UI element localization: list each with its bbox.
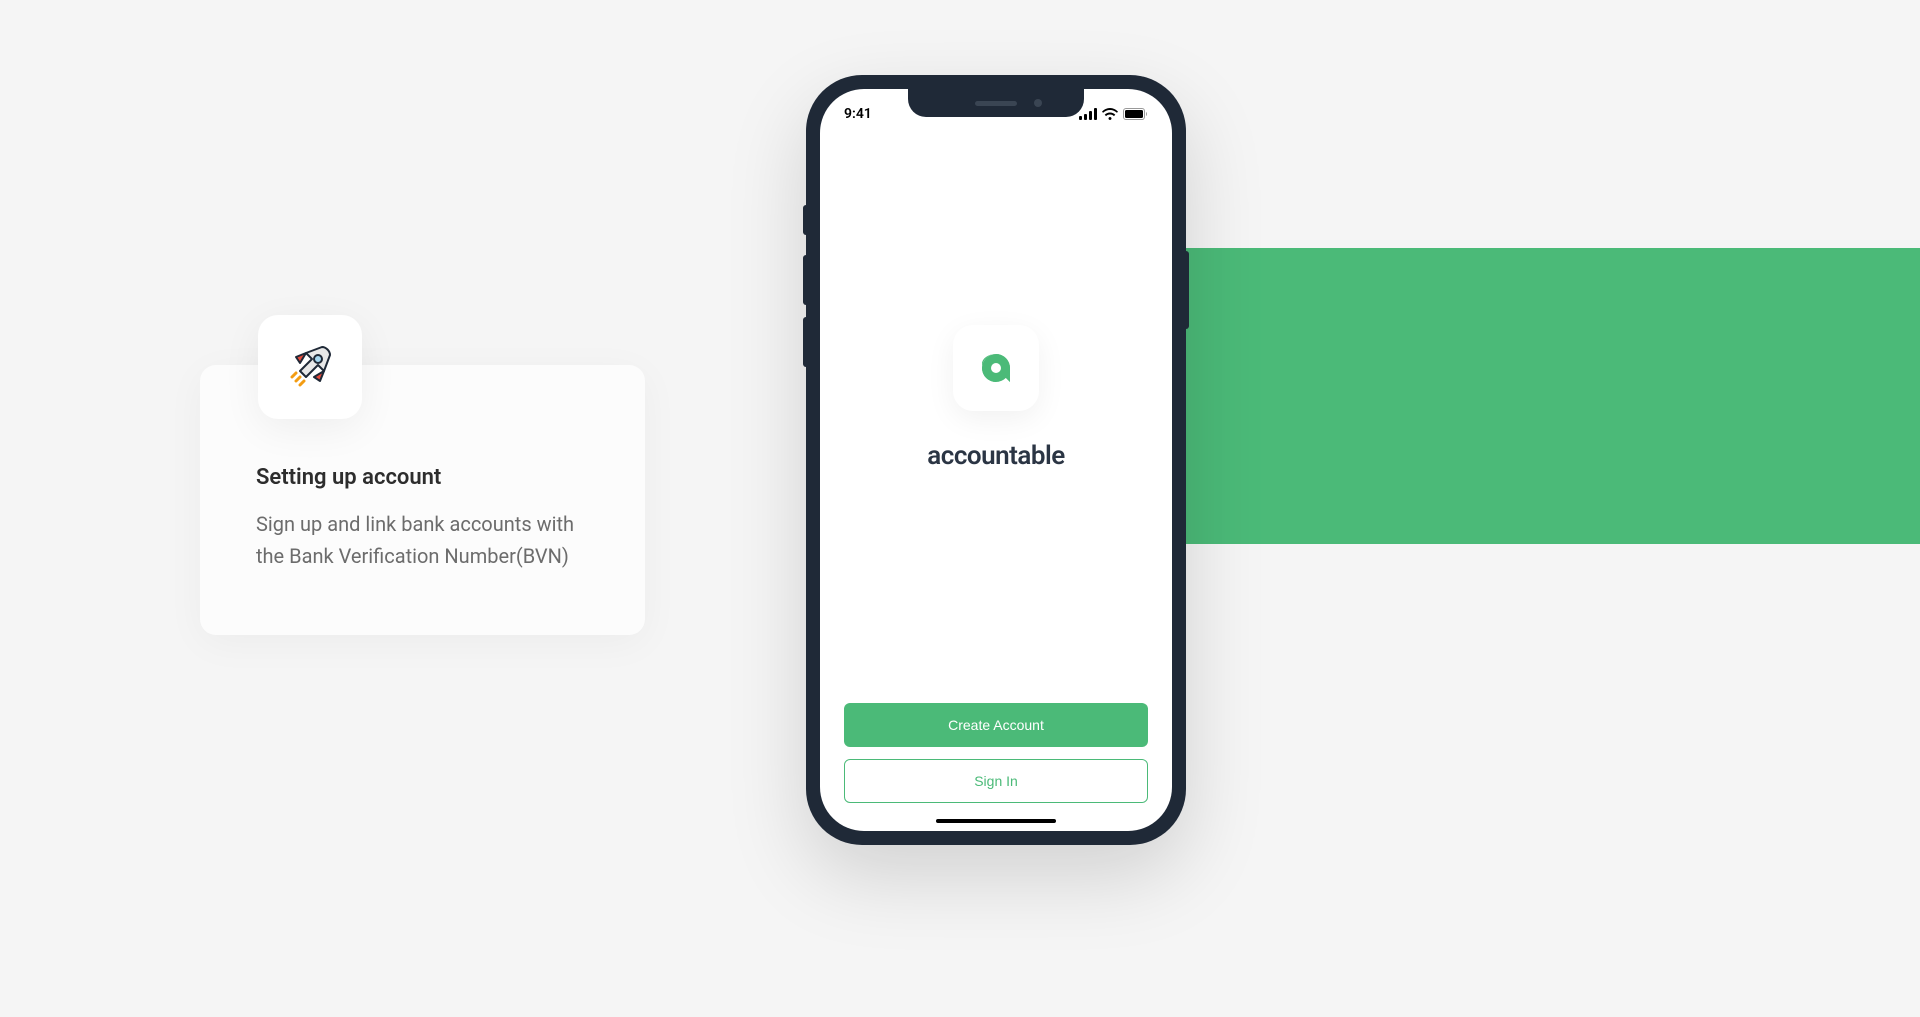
rocket-icon: [282, 339, 338, 395]
status-icons-group: [1079, 108, 1148, 120]
feature-description: Sign up and link bank accounts with the …: [256, 508, 603, 572]
notch-camera: [1034, 99, 1042, 107]
phone-volume-up: [803, 255, 807, 305]
phone-mockup: 9:41: [806, 75, 1186, 845]
app-logo-container: [953, 325, 1039, 411]
accountable-logo-icon: [976, 348, 1016, 388]
accent-background-block: [1175, 248, 1920, 544]
sign-in-button[interactable]: Sign In: [844, 759, 1148, 803]
app-name: accountable: [927, 441, 1064, 471]
app-content: accountable Create Account Sign In: [820, 133, 1172, 831]
feature-title: Setting up account: [256, 465, 603, 490]
phone-volume-down: [803, 317, 807, 367]
phone-mute-switch: [803, 205, 807, 235]
battery-icon: [1123, 108, 1148, 120]
status-time: 9:41: [844, 106, 872, 122]
signal-icon: [1079, 108, 1097, 120]
create-account-button[interactable]: Create Account: [844, 703, 1148, 747]
logo-section: accountable: [927, 93, 1064, 703]
phone-notch: [908, 89, 1084, 117]
phone-screen: 9:41: [820, 89, 1172, 831]
notch-speaker: [975, 101, 1017, 106]
phone-power-button: [1185, 251, 1189, 329]
button-group: Create Account Sign In: [844, 703, 1148, 803]
feature-icon-container: [258, 315, 362, 419]
home-indicator[interactable]: [936, 819, 1056, 823]
wifi-icon: [1102, 108, 1118, 120]
